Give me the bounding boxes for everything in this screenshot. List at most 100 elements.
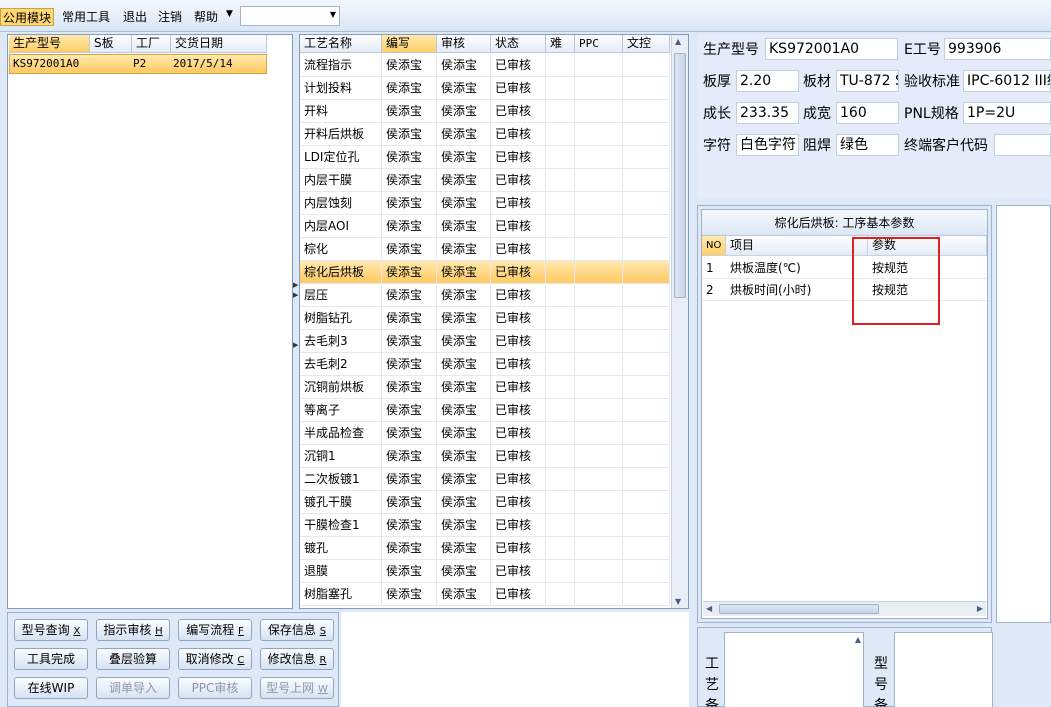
- side-panel: [996, 205, 1051, 623]
- button-label: 编写流程: [186, 623, 235, 637]
- action-button-4[interactable]: 保存信息 S: [260, 619, 334, 641]
- col-item[interactable]: 项目: [726, 236, 868, 256]
- table-row[interactable]: 内层AOI 侯添宝 侯添宝 已审核: [300, 215, 670, 238]
- table-row[interactable]: 沉铜前烘板 侯添宝 侯添宝 已审核: [300, 376, 670, 399]
- table-row[interactable]: 去毛刺2 侯添宝 侯添宝 已审核: [300, 353, 670, 376]
- table-row[interactable]: 内层蚀刻 侯添宝 侯添宝 已审核: [300, 192, 670, 215]
- scroll-thumb[interactable]: [719, 604, 879, 614]
- col-difficulty[interactable]: 难: [546, 35, 575, 53]
- table-row[interactable]: 半成品检查 侯添宝 侯添宝 已审核: [300, 422, 670, 445]
- action-button-12[interactable]: 型号上网 W: [260, 677, 334, 699]
- table-row[interactable]: 流程指示 侯添宝 侯添宝 已审核: [300, 54, 670, 77]
- table-row[interactable]: 树脂塞孔 侯添宝 侯添宝 已审核: [300, 583, 670, 606]
- menu-combo-box[interactable]: ▼: [240, 6, 340, 26]
- table-row[interactable]: 去毛刺3 侯添宝 侯添宝 已审核: [300, 330, 670, 353]
- action-button-8[interactable]: 修改信息 R: [260, 648, 334, 670]
- param-no[interactable]: 1: [702, 257, 726, 279]
- field-pnl[interactable]: 1P=2U: [963, 102, 1051, 124]
- scroll-up-icon[interactable]: ▲: [855, 635, 861, 644]
- status: 已审核: [491, 169, 546, 192]
- col-reviewer[interactable]: 审核: [437, 35, 491, 53]
- menu-logout[interactable]: 注销: [156, 8, 184, 26]
- reviewer: 侯添宝: [437, 215, 491, 238]
- action-button-3[interactable]: 编写流程 F: [178, 619, 252, 641]
- table-row[interactable]: 干膜检查1 侯添宝 侯添宝 已审核: [300, 514, 670, 537]
- action-button-7[interactable]: 取消修改 C: [178, 648, 252, 670]
- col-s-board[interactable]: S板: [90, 35, 132, 53]
- cell: [546, 215, 575, 238]
- table-row[interactable]: 计划投料 侯添宝 侯添宝 已审核: [300, 77, 670, 100]
- button-label: 指示审核: [103, 623, 152, 637]
- param-item[interactable]: 烘板时间(小时): [726, 279, 868, 301]
- col-status[interactable]: 状态: [491, 35, 546, 53]
- action-button-2[interactable]: 指示审核 H: [96, 619, 170, 641]
- table-row[interactable]: 棕化后烘板 侯添宝 侯添宝 已审核: [300, 261, 670, 284]
- param-grid[interactable]: 棕化后烘板: 工序基本参数 NO 项目 参数 1 烘板温度(℃) 按规范 2 烘板时间(…: [701, 209, 988, 619]
- col-doc-control[interactable]: 文控: [623, 35, 670, 53]
- table-row[interactable]: 开料后烘板 侯添宝 侯添宝 已审核: [300, 123, 670, 146]
- field-length[interactable]: 233.35: [736, 102, 799, 124]
- reviewer: 侯添宝: [437, 238, 491, 261]
- param-item[interactable]: 烘板温度(℃): [726, 257, 868, 279]
- table-row[interactable]: 退膜 侯添宝 侯添宝 已审核: [300, 560, 670, 583]
- vertical-scrollbar[interactable]: ▲ ▼: [671, 35, 688, 608]
- col-writer[interactable]: 编写: [382, 35, 437, 53]
- menu-common-tools[interactable]: 常用工具: [60, 8, 112, 26]
- blank-area: [341, 612, 689, 707]
- field-thickness[interactable]: 2.20: [736, 70, 799, 92]
- table-row[interactable]: 二次板镀1 侯添宝 侯添宝 已审核: [300, 468, 670, 491]
- field-e-number[interactable]: 993906: [944, 38, 1051, 60]
- field-solder-mask[interactable]: 绿色: [836, 134, 899, 156]
- table-row[interactable]: 等离子 侯添宝 侯添宝 已审核: [300, 399, 670, 422]
- col-delivery-date[interactable]: 交货日期: [171, 35, 267, 53]
- field-standard[interactable]: IPC-6012 III级: [963, 70, 1051, 92]
- table-row[interactable]: 层压 侯添宝 侯添宝 已审核: [300, 284, 670, 307]
- action-button-10[interactable]: 调单导入: [96, 677, 170, 699]
- col-factory[interactable]: 工厂: [132, 35, 171, 53]
- action-button-6[interactable]: 叠层验算: [96, 648, 170, 670]
- menu-exit[interactable]: 退出: [121, 8, 149, 26]
- field-legend[interactable]: 白色字符: [736, 134, 799, 156]
- status: 已审核: [491, 77, 546, 100]
- chevron-down-icon[interactable]: ▼: [330, 10, 336, 19]
- model-list-grid[interactable]: 生产型号 S板 工厂 交货日期 KS972001A0 P2 2017/5/14: [7, 34, 293, 609]
- action-button-9[interactable]: 在线WIP: [14, 677, 88, 699]
- table-row[interactable]: 沉铜1 侯添宝 侯添宝 已审核: [300, 445, 670, 468]
- writer: 侯添宝: [382, 514, 437, 537]
- field-model[interactable]: KS972001A0: [765, 38, 898, 60]
- table-row[interactable]: 开料 侯添宝 侯添宝 已审核: [300, 100, 670, 123]
- action-button-11[interactable]: PPC审核: [178, 677, 252, 699]
- field-customer-code[interactable]: [994, 134, 1051, 156]
- action-button-1[interactable]: 型号查询 X: [14, 619, 88, 641]
- col-ppc[interactable]: PPC: [575, 35, 623, 53]
- field-width[interactable]: 160: [836, 102, 899, 124]
- col-model[interactable]: 生产型号: [9, 35, 90, 53]
- param-no[interactable]: 2: [702, 279, 726, 301]
- table-row[interactable]: LDI定位孔 侯添宝 侯添宝 已审核: [300, 146, 670, 169]
- table-row[interactable]: 镀孔 侯添宝 侯添宝 已审核: [300, 537, 670, 560]
- model-memo-input[interactable]: [894, 632, 993, 707]
- col-no[interactable]: NO: [702, 236, 726, 256]
- col-process-name[interactable]: 工艺名称: [300, 35, 382, 53]
- button-label: 保存信息: [267, 623, 316, 637]
- menu-help[interactable]: 帮助: [192, 8, 220, 26]
- writer: 侯添宝: [382, 468, 437, 491]
- scroll-left-icon[interactable]: ◀: [706, 604, 712, 613]
- process-grid[interactable]: 工艺名称 编写 审核 状态难 PPC 文控 流程指示 侯添宝 侯添宝 已审核 计划投料 侯添宝 侯添宝…: [299, 34, 689, 609]
- table-row[interactable]: 镀孔干膜 侯添宝 侯添宝 已审核: [300, 491, 670, 514]
- horizontal-scrollbar[interactable]: ◀ ▶: [703, 601, 986, 616]
- process-memo-input[interactable]: ▲: [724, 632, 864, 707]
- action-button-5[interactable]: 工具完成: [14, 648, 88, 670]
- scroll-down-icon[interactable]: ▼: [675, 597, 681, 606]
- table-row[interactable]: 棕化 侯添宝 侯添宝 已审核: [300, 238, 670, 261]
- table-row[interactable]: 树脂钻孔 侯添宝 侯添宝 已审核: [300, 307, 670, 330]
- scroll-right-icon[interactable]: ▶: [977, 604, 983, 613]
- table-row[interactable]: KS972001A0 P2 2017/5/14: [9, 54, 267, 74]
- menu-public-module[interactable]: 公用模块: [0, 8, 55, 26]
- scroll-up-icon[interactable]: ▲: [675, 37, 681, 46]
- field-material[interactable]: TU-872 S: [836, 70, 899, 92]
- cell: [623, 353, 670, 376]
- table-row[interactable]: 内层干膜 侯添宝 侯添宝 已审核: [300, 169, 670, 192]
- menu-dropdown-icon[interactable]: ▼: [226, 9, 233, 19]
- scroll-thumb[interactable]: [674, 53, 686, 298]
